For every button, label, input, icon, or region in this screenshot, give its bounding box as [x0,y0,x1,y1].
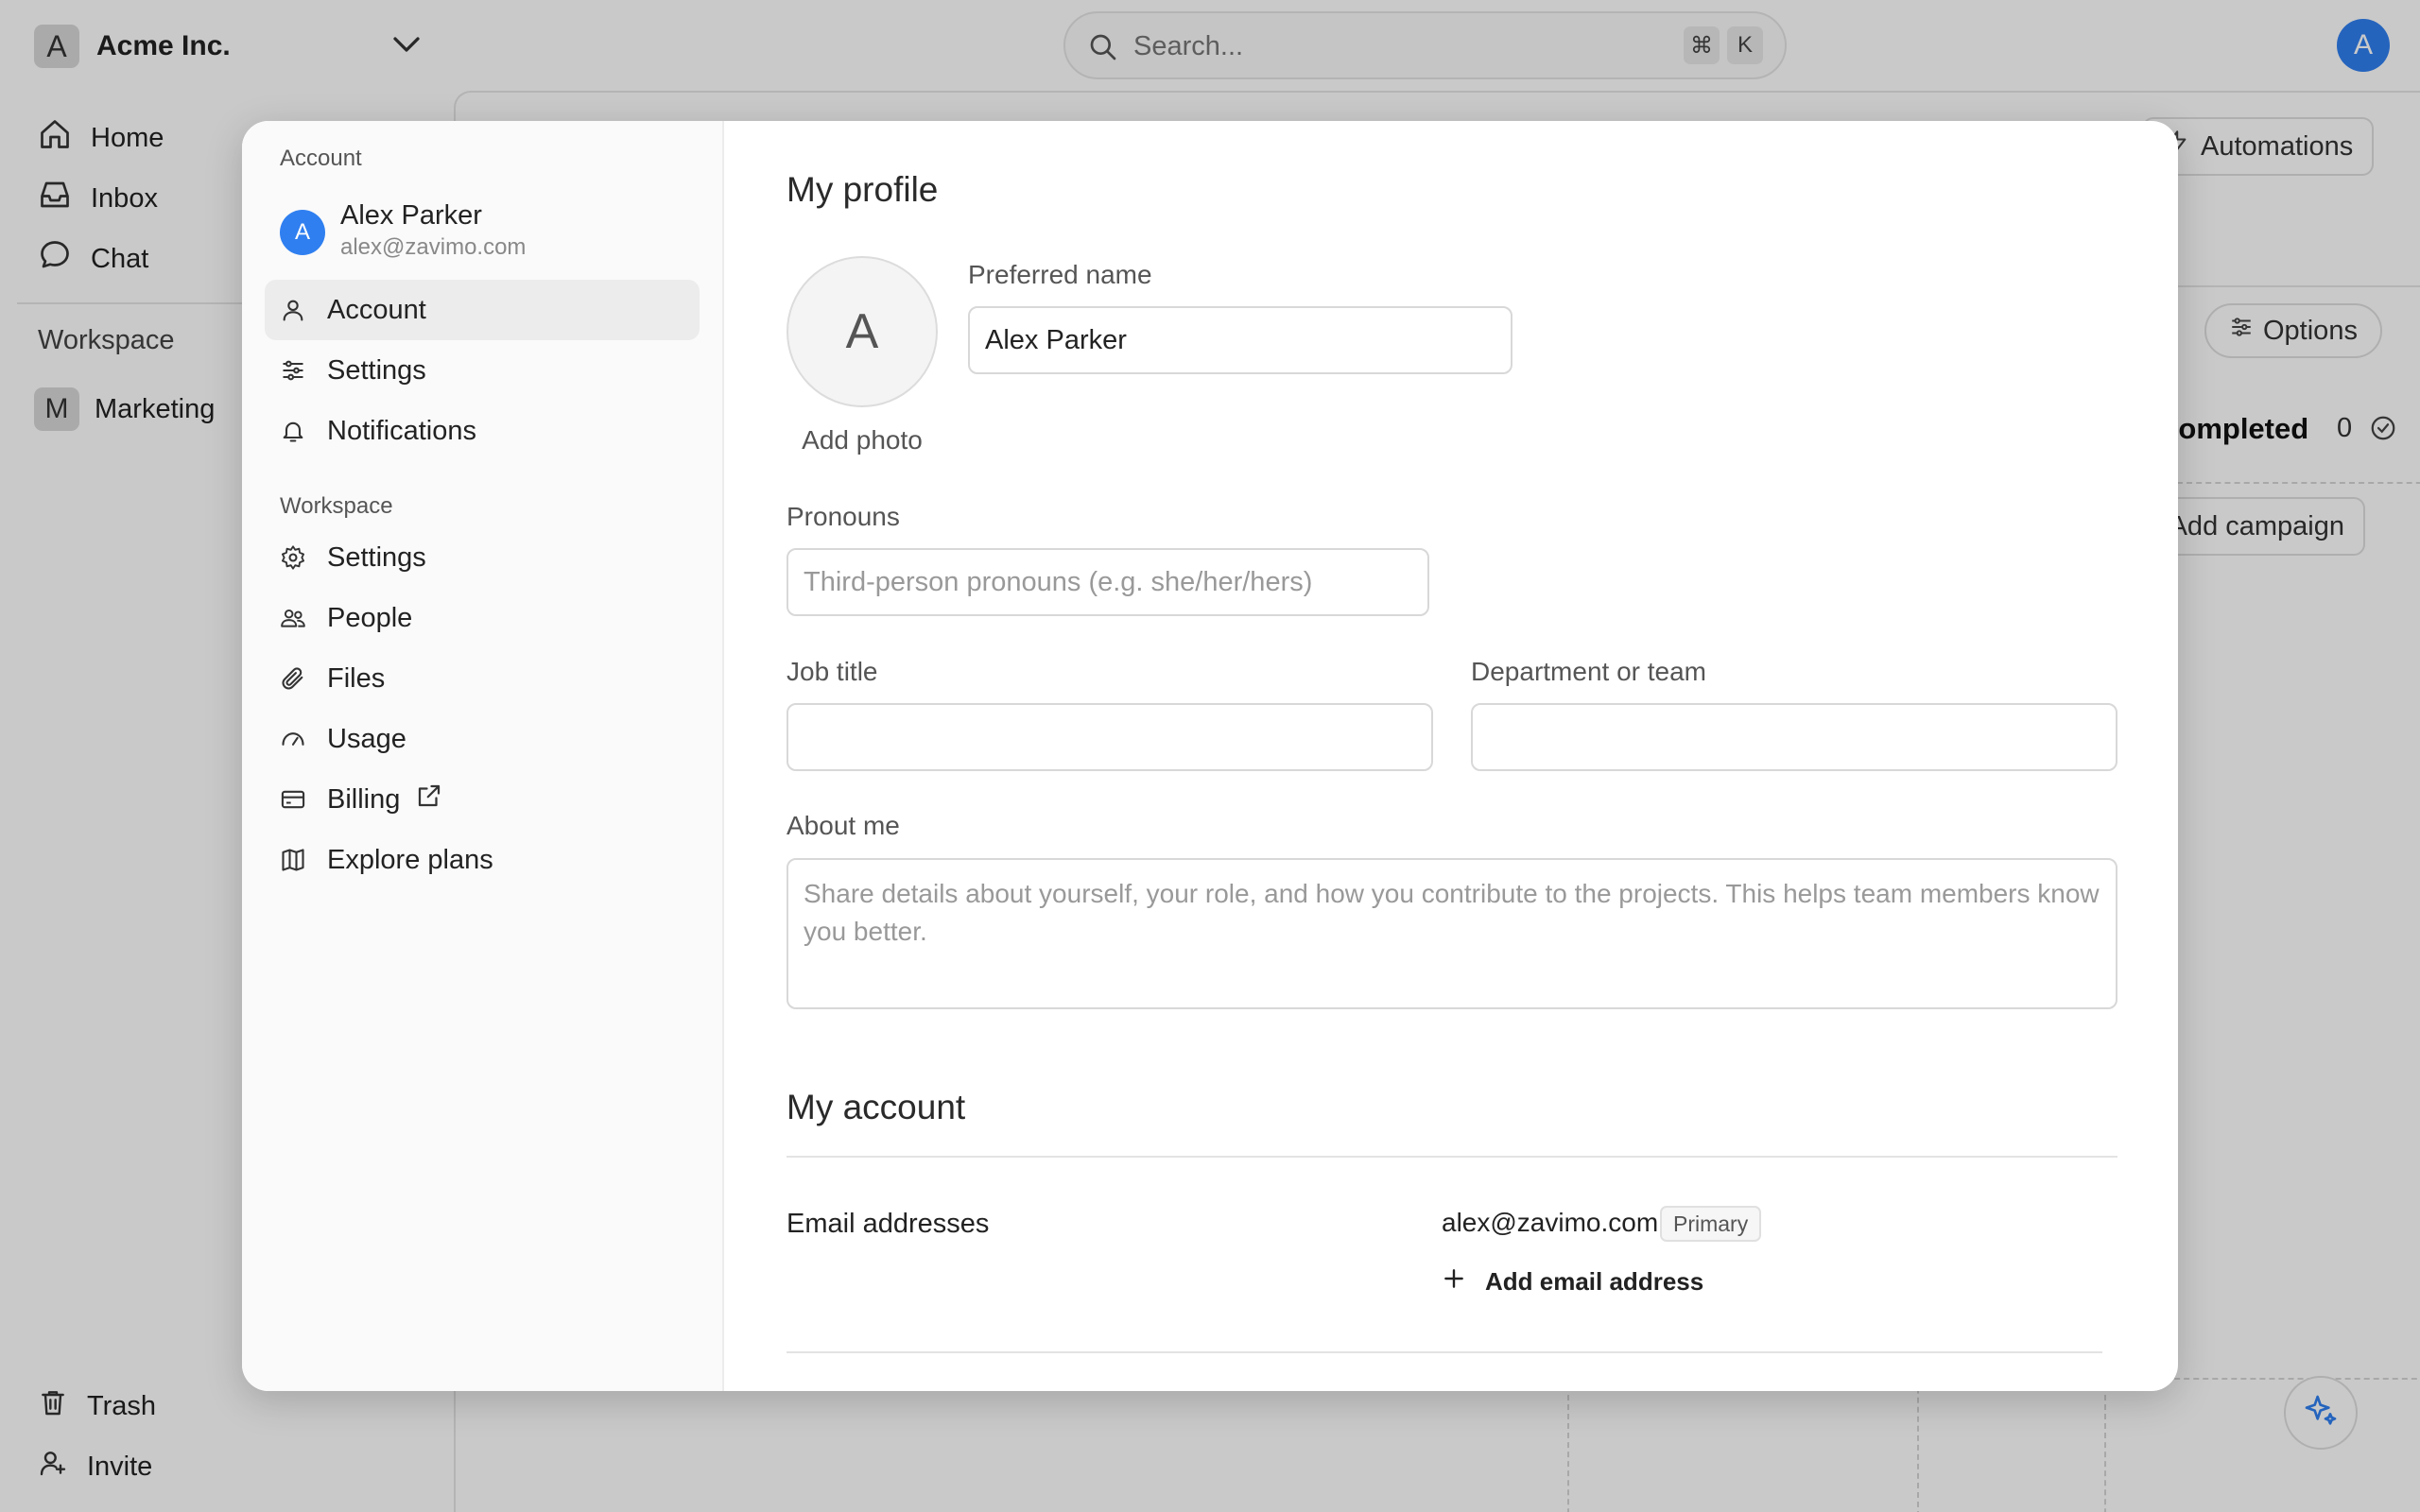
user-email: alex@zavimo.com [340,234,527,260]
sidebar-item-label: Notifications [327,415,476,446]
sidebar-item-label: Account [327,294,426,325]
profile-title: My profile [786,170,939,209]
add-email-button[interactable]: Add email address [1442,1266,1703,1297]
external-link-icon [415,782,443,817]
settings-modal: Account A Alex Parker alex@zavimo.com Ac… [242,121,2178,1391]
map-icon [280,847,306,873]
credit-card-icon [280,786,306,813]
sliders-icon [280,357,306,384]
add-email-label: Add email address [1485,1267,1704,1296]
sidebar-item-explore-plans[interactable]: Explore plans [265,830,700,890]
preferred-name-field[interactable] [968,306,1512,374]
sidebar-item-billing[interactable]: Billing [265,769,700,830]
gauge-icon [280,726,306,752]
user-name: Alex Parker [340,200,482,231]
settings-sidebar: Account A Alex Parker alex@zavimo.com Ac… [242,121,724,1391]
sidebar-item-notifications[interactable]: Notifications [265,401,700,461]
preferred-name-label: Preferred name [968,260,1152,289]
sidebar-item-label: Billing [327,783,401,815]
about-me-field[interactable] [786,858,2118,1009]
department-field[interactable] [1471,703,2118,771]
department-label: Department or team [1471,657,1706,686]
job-title-label: Job title [786,657,878,686]
sidebar-item-workspace-settings[interactable]: Settings [265,527,700,588]
about-me-label: About me [786,811,900,840]
pronouns-label: Pronouns [786,502,900,531]
add-photo-button[interactable]: Add photo [786,425,938,455]
email-divider [786,1351,2102,1353]
user-icon [280,297,306,323]
sidebar-item-label: Settings [327,354,426,386]
account-title: My account [786,1088,966,1126]
sidebar-item-people[interactable]: People [265,588,700,648]
sidebar-item-account[interactable]: Account [265,280,700,340]
job-title-field[interactable] [786,703,1433,771]
sidebar-user: A Alex Parker alex@zavimo.com [280,200,696,263]
sidebar-item-label: Usage [327,723,406,754]
bell-icon [280,418,306,444]
plus-icon [1442,1266,1485,1297]
paperclip-icon [280,665,306,692]
sidebar-item-account-settings[interactable]: Settings [265,340,700,401]
sidebar-section-account: Account [280,146,362,171]
profile-photo[interactable]: A [786,256,938,407]
email-addresses-label: Email addresses [786,1209,990,1239]
sidebar-item-label: Settings [327,541,426,573]
sidebar-item-files[interactable]: Files [265,648,700,709]
avatar: A [280,210,325,255]
sidebar-item-label: Files [327,662,386,694]
sidebar-section-workspace: Workspace [280,493,393,519]
pronouns-field[interactable] [786,548,1429,616]
account-divider [786,1156,2118,1158]
sidebar-item-usage[interactable]: Usage [265,709,700,769]
sidebar-item-label: Explore plans [327,844,493,875]
email-value: alex@zavimo.com [1442,1208,1659,1237]
primary-badge: Primary [1660,1206,1762,1242]
sidebar-item-label: People [327,602,413,633]
gear-icon [280,544,306,571]
people-icon [280,605,306,631]
settings-content: My profile A Add photo Preferred name Pr… [726,121,2178,1391]
